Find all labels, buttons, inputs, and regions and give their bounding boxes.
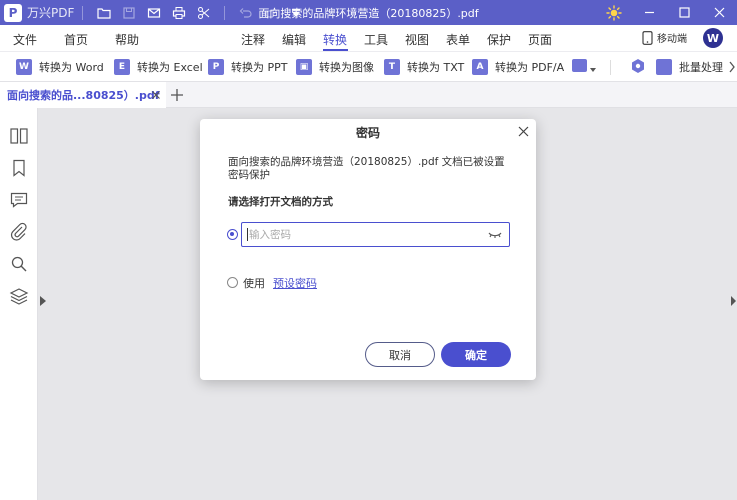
app-logo: P	[4, 3, 22, 22]
menu-help[interactable]: 帮助	[115, 31, 139, 48]
document-tab-bar: 面向搜索的品...80825）.pdf	[0, 82, 737, 108]
maximize-icon[interactable]	[667, 0, 702, 25]
active-tab-indicator	[323, 49, 348, 51]
preset-password-link[interactable]: 预设密码	[273, 275, 317, 291]
print-icon[interactable]	[166, 0, 191, 25]
divider	[610, 60, 611, 75]
customize-icon[interactable]	[283, 0, 308, 25]
dialog-title: 密码	[355, 126, 380, 140]
menu-tools[interactable]: 工具	[364, 31, 388, 48]
menu-annotate[interactable]: 注释	[241, 31, 265, 48]
document-tab-label: 面向搜索的品...80825）.pdf	[7, 89, 160, 102]
password-radio[interactable]	[227, 229, 238, 240]
convert-toolbar: W 转换为 Word E 转换为 Excel P 转换为 PPT ▣ 转换为图像…	[0, 52, 737, 82]
expand-right-panel-icon[interactable]	[731, 296, 736, 306]
close-icon[interactable]	[518, 126, 529, 137]
undo-icon[interactable]	[233, 0, 258, 25]
thumbnails-icon[interactable]	[9, 126, 29, 146]
ppt-icon: P	[208, 59, 224, 75]
mail-icon[interactable]	[141, 0, 166, 25]
chevron-down-icon	[590, 67, 596, 72]
comment-icon[interactable]	[9, 190, 29, 210]
attachment-icon[interactable]	[9, 222, 29, 242]
phone-icon	[642, 30, 653, 45]
menu-protect[interactable]: 保护	[487, 31, 511, 48]
menu-convert[interactable]: 转换	[323, 31, 347, 48]
redo-icon[interactable]	[258, 0, 283, 25]
mobile-button[interactable]: 移动端	[642, 30, 687, 45]
add-tab-icon[interactable]	[169, 87, 185, 103]
cut-icon[interactable]	[191, 0, 216, 25]
convert-ppt-label: 转换为 PPT	[231, 61, 288, 74]
excel-icon: E	[114, 59, 130, 75]
image-icon: ▣	[296, 59, 312, 75]
convert-word-button[interactable]: W 转换为 Word	[16, 57, 104, 77]
ok-button[interactable]: 确定	[441, 342, 511, 367]
password-dialog: 密码 面向搜索的品牌环境营造（20180825）.pdf 文档已被设置密码保护 …	[200, 119, 536, 380]
menu-form[interactable]: 表单	[446, 31, 470, 48]
batch-icon	[656, 59, 672, 75]
close-icon[interactable]	[150, 89, 162, 101]
convert-excel-button[interactable]: E 转换为 Excel	[114, 57, 203, 77]
convert-excel-label: 转换为 Excel	[137, 61, 203, 74]
save-icon[interactable]	[116, 0, 141, 25]
menu-page[interactable]: 页面	[528, 31, 552, 48]
password-field[interactable]	[241, 222, 510, 247]
use-label: 使用	[243, 277, 265, 290]
password-input[interactable]	[249, 228, 488, 241]
menu-file[interactable]: 文件	[13, 31, 37, 48]
menu-bar: 文件 首页 帮助 注释 编辑 转换 工具 视图 表单 保护 页面 移动端 W	[0, 25, 737, 52]
text-cursor	[247, 228, 248, 241]
word-icon: W	[16, 59, 32, 75]
divider	[224, 5, 226, 20]
mobile-label: 移动端	[657, 34, 687, 45]
menu-home[interactable]: 首页	[64, 31, 88, 48]
ocr-icon[interactable]	[630, 58, 646, 74]
convert-txt-button[interactable]: T 转换为 TXT	[384, 57, 464, 77]
document-tab[interactable]: 面向搜索的品...80825）.pdf	[0, 82, 166, 108]
minimize-icon[interactable]	[632, 0, 667, 25]
theme-icon[interactable]	[606, 5, 622, 21]
bookmark-icon[interactable]	[9, 158, 29, 178]
layers-icon[interactable]	[9, 286, 29, 306]
preset-password-radio[interactable]	[227, 277, 238, 288]
convert-image-label: 转换为图像	[319, 61, 374, 74]
left-sidebar	[0, 108, 38, 500]
dialog-message: 面向搜索的品牌环境营造（20180825）.pdf 文档已被设置密码保护	[228, 156, 505, 181]
cancel-button[interactable]: 取消	[365, 342, 435, 367]
avatar[interactable]: W	[703, 28, 723, 48]
more-icon	[572, 59, 587, 72]
close-window-icon[interactable]	[702, 0, 737, 25]
menu-edit[interactable]: 编辑	[282, 31, 306, 48]
convert-ppt-button[interactable]: P 转换为 PPT	[208, 57, 287, 77]
txt-icon: T	[384, 59, 400, 75]
convert-image-button[interactable]: ▣ 转换为图像	[296, 57, 374, 77]
divider	[82, 5, 84, 20]
convert-txt-label: 转换为 TXT	[407, 61, 465, 74]
expand-sidebar-icon[interactable]	[40, 296, 46, 306]
more-convert-dropdown[interactable]	[572, 59, 596, 72]
batch-process-button[interactable]: 批量处理	[656, 57, 723, 77]
pdfa-icon: A	[472, 59, 488, 75]
title-bar: P 万兴PDF 面向搜索的品牌环境营造（20180825）.pdf	[0, 0, 737, 25]
convert-pdfa-label: 转换为 PDF/A	[495, 61, 565, 74]
menu-view[interactable]: 视图	[405, 31, 429, 48]
search-icon[interactable]	[9, 254, 29, 274]
batch-label: 批量处理	[679, 61, 723, 74]
convert-pdfa-button[interactable]: A 转换为 PDF/A	[472, 57, 564, 77]
hide-password-icon[interactable]	[488, 230, 502, 240]
chevron-right-icon[interactable]	[728, 61, 736, 73]
dialog-subtitle: 请选择打开文档的方式	[228, 196, 333, 208]
app-name: 万兴PDF	[27, 6, 75, 20]
folder-icon[interactable]	[91, 0, 116, 25]
convert-word-label: 转换为 Word	[39, 61, 104, 74]
